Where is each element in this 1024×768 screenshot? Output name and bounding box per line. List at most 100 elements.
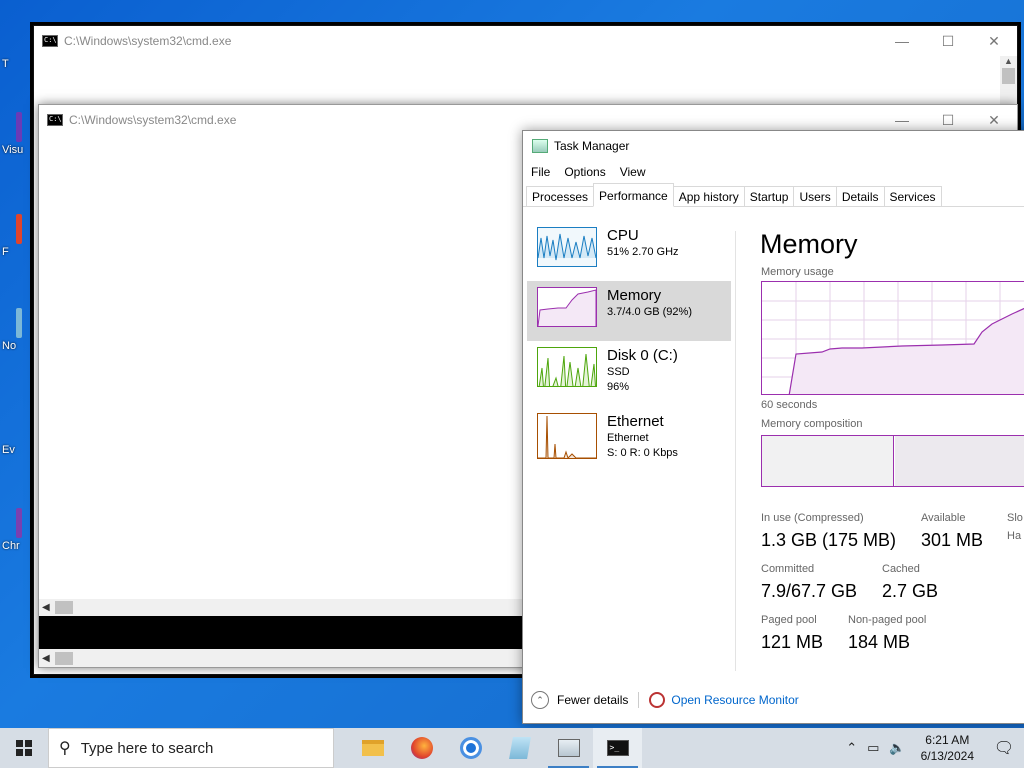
cmd-title: C:\Windows\system32\cmd.exe xyxy=(69,113,237,127)
search-icon: ⚲ xyxy=(59,740,71,757)
taskbar-firefox[interactable] xyxy=(397,728,446,768)
notepad-icon xyxy=(508,737,531,759)
minimize-button[interactable]: — xyxy=(879,33,925,50)
close-button[interactable]: ✕ xyxy=(971,112,1017,129)
desktop-icon-label: No xyxy=(2,340,17,352)
scroll-left-icon[interactable]: ◀ xyxy=(39,602,53,613)
menu-bar: File Options View xyxy=(523,161,1024,183)
notepad-icon xyxy=(16,308,22,338)
volume-muted-icon[interactable]: 🔈 xyxy=(889,740,905,756)
console-area[interactable] xyxy=(39,616,529,649)
task-manager-icon xyxy=(532,139,548,153)
windows-logo-icon xyxy=(16,740,32,756)
footer-separator xyxy=(638,692,640,708)
resource-monitor-icon xyxy=(649,692,666,708)
search-placeholder: Type here to search xyxy=(80,739,214,757)
desktop-icon-label: Chr xyxy=(2,540,20,552)
in-use-value: 1.3 GB (175 MB) xyxy=(761,530,897,550)
panel-title: Memory xyxy=(760,229,858,259)
chevron-up-icon[interactable]: ⌃ xyxy=(846,740,857,756)
taskbar-task-manager[interactable] xyxy=(544,728,593,768)
sidebar-item-ethernet[interactable]: Ethernet Ethernet S: 0 R: 0 Kbps xyxy=(527,407,731,467)
paged-pool-value: 121 MB xyxy=(761,632,824,652)
fewer-details-button[interactable]: Fewer details xyxy=(557,693,628,707)
window-title: Task Manager xyxy=(554,139,630,153)
start-button[interactable] xyxy=(0,728,48,768)
scroll-thumb[interactable] xyxy=(1002,68,1015,84)
menu-options[interactable]: Options xyxy=(564,165,605,179)
search-box[interactable]: ⚲ Type here to search xyxy=(48,728,334,768)
tab-processes[interactable]: Processes xyxy=(526,186,595,206)
chevron-up-icon[interactable]: ⌃ xyxy=(531,691,549,709)
composition-standby xyxy=(895,436,1024,486)
disk-graph-line xyxy=(538,353,596,386)
chrome-icon xyxy=(16,508,22,538)
clock[interactable]: 6:21 AM 6/13/2024 xyxy=(921,732,974,764)
cmd-title: C:\Windows\system32\cmd.exe xyxy=(64,34,232,48)
desktop-icon-t[interactable]: T xyxy=(2,14,32,74)
nonpaged-pool-label: Non-paged pool xyxy=(848,614,927,626)
sidebar-disk-type: SSD xyxy=(607,366,630,378)
desktop-icon-firefox[interactable]: F xyxy=(2,214,32,274)
minimize-button[interactable]: — xyxy=(879,112,925,129)
desktop-icon-vscode[interactable]: Visu xyxy=(2,112,32,172)
maximize-button[interactable]: ☐ xyxy=(925,112,971,129)
task-manager-titlebar[interactable]: Task Manager xyxy=(523,131,1024,161)
sidebar-memory-name: Memory xyxy=(607,287,662,304)
desktop-icon-notepad[interactable]: No xyxy=(2,308,32,368)
time-range-label: 60 seconds xyxy=(761,399,818,411)
tab-bar: Processes Performance App history Startu… xyxy=(523,183,1024,207)
menu-view[interactable]: View xyxy=(620,165,646,179)
clock-time: 6:21 AM xyxy=(925,733,970,747)
memory-usage-line xyxy=(762,282,1024,394)
horizontal-scrollbar[interactable]: ◀ xyxy=(39,599,529,616)
horizontal-scrollbar[interactable]: ◀ xyxy=(39,649,529,667)
desktop-icon-label: T xyxy=(2,58,9,70)
sidebar-item-cpu[interactable]: CPU 51% 2.70 GHz xyxy=(527,221,731,281)
task-manager-window[interactable]: Task Manager File Options View Processes… xyxy=(522,130,1024,724)
cpu-graph-line xyxy=(538,233,596,261)
committed-value: 7.9/67.7 GB xyxy=(761,581,858,601)
cpu-mini-graph xyxy=(537,227,597,267)
sidebar-memory-detail: 3.7/4.0 GB (92%) xyxy=(607,306,692,318)
firefox-icon xyxy=(16,214,22,244)
scroll-thumb[interactable] xyxy=(54,651,73,665)
cached-value: 2.7 GB xyxy=(882,581,939,601)
taskbar-notepad[interactable] xyxy=(495,728,544,768)
scroll-thumb[interactable] xyxy=(54,601,73,614)
taskbar-cmd[interactable]: >_ xyxy=(593,728,642,768)
cmd-icon xyxy=(47,114,63,126)
memory-composition-bar xyxy=(761,435,1024,487)
notification-icon[interactable]: 🗨 xyxy=(984,738,1024,758)
desktop-icon-label: Ev xyxy=(2,444,15,456)
tab-services[interactable]: Services xyxy=(883,186,942,206)
open-resource-monitor-link[interactable]: Open Resource Monitor xyxy=(671,693,798,707)
sidebar-item-disk[interactable]: Disk 0 (C:) SSD 96% xyxy=(527,341,731,401)
memory-usage-label: Memory usage xyxy=(761,266,834,278)
task-manager-icon xyxy=(557,739,580,757)
close-button[interactable]: ✕ xyxy=(971,33,1017,50)
taskbar-chrome[interactable] xyxy=(446,728,495,768)
cmd-icon: >_ xyxy=(606,740,629,756)
maximize-button[interactable]: ☐ xyxy=(925,33,971,50)
desktop-icon-chrome[interactable]: Chr xyxy=(2,508,32,568)
cmd-titlebar[interactable]: C:\Windows\system32\cmd.exe — ☐ ✕ xyxy=(34,26,1017,56)
sidebar-cpu-name: CPU xyxy=(607,227,639,244)
scroll-up-icon[interactable]: ▲ xyxy=(1000,56,1017,66)
desktop-icon-eventviewer[interactable]: Ev xyxy=(2,408,32,468)
scroll-left-icon[interactable]: ◀ xyxy=(39,653,53,664)
tab-app-history[interactable]: App history xyxy=(672,186,745,206)
menu-file[interactable]: File xyxy=(531,165,550,179)
tab-details[interactable]: Details xyxy=(835,186,885,206)
network-icon[interactable]: ▭ xyxy=(867,740,879,756)
sidebar-ethernet-adapter: Ethernet xyxy=(607,432,649,444)
vscode-icon xyxy=(16,112,22,142)
file-explorer-icon xyxy=(361,740,384,756)
taskbar: ⚲ Type here to search >_ ⌃ ▭ 🔈 6:21 AM 6… xyxy=(0,728,1024,768)
tab-performance[interactable]: Performance xyxy=(593,183,674,207)
taskbar-file-explorer[interactable] xyxy=(348,728,397,768)
tab-users[interactable]: Users xyxy=(793,186,837,206)
tab-startup[interactable]: Startup xyxy=(743,186,795,206)
sidebar-item-memory[interactable]: Memory 3.7/4.0 GB (92%) xyxy=(527,281,731,341)
slots-value: Ha xyxy=(1007,530,1022,542)
